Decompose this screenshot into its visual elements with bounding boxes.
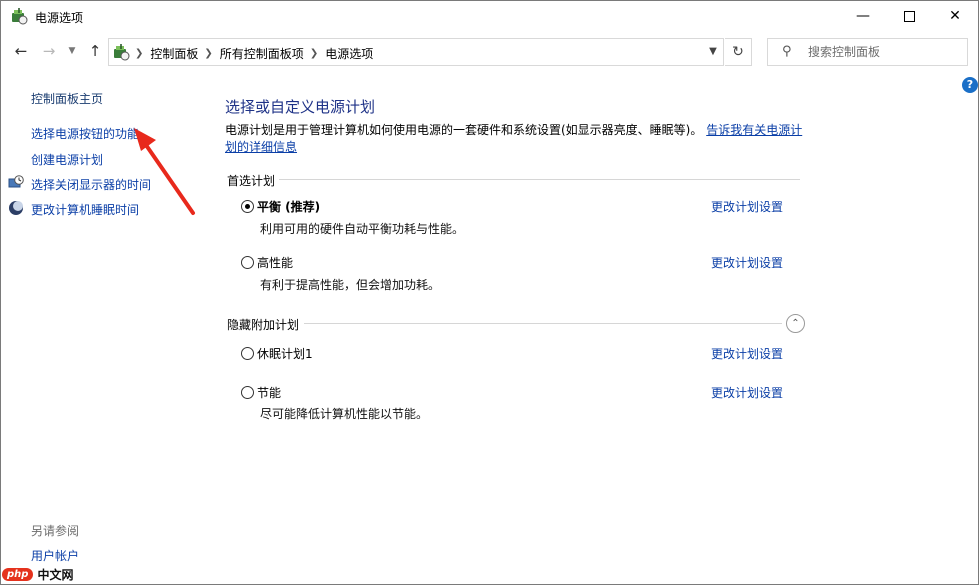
breadcrumb-control-panel[interactable]: 控制面板 bbox=[150, 45, 198, 62]
help-icon[interactable]: ? bbox=[962, 77, 978, 93]
breadcrumb-all-items[interactable]: 所有控制面板项 bbox=[220, 45, 304, 62]
plan-balanced-radio[interactable] bbox=[241, 200, 254, 213]
title-bar: 电源选项 — ✕ bbox=[1, 1, 978, 31]
plan-balanced-description: 利用可用的硬件自动平衡功耗与性能。 bbox=[260, 222, 465, 236]
arrow-up-icon: ↑ bbox=[88, 42, 102, 60]
plan-power-saver-radio[interactable] bbox=[241, 386, 254, 399]
divider bbox=[304, 323, 782, 324]
refresh-icon: ↻ bbox=[732, 44, 744, 60]
power-options-window: 电源选项 — ✕ ← → ▼ ↑ ❯ 控制面板 ❯ 所有控制面板项 ❯ 电源选项… bbox=[0, 0, 979, 585]
plan-high-performance-description: 有利于提高性能，但会增加功耗。 bbox=[260, 278, 441, 292]
search-icon: ⚲ bbox=[782, 44, 792, 59]
description-text: 电源计划是用于管理计算机如何使用电源的一套硬件和系统设置(如显示器亮度、睡眠等)… bbox=[225, 123, 703, 137]
watermark-logo: php bbox=[2, 567, 34, 581]
page-title: 选择或自定义电源计划 bbox=[225, 98, 376, 116]
maximize-icon bbox=[903, 10, 915, 22]
create-power-plan-link[interactable]: 创建电源计划 bbox=[31, 151, 103, 168]
plan-balanced-name[interactable]: 平衡 (推荐) bbox=[257, 198, 320, 215]
chevron-right-icon: ❯ bbox=[135, 48, 144, 59]
user-accounts-link[interactable]: 用户帐户 bbox=[31, 547, 79, 564]
change-plan-settings-link[interactable]: 更改计划设置 bbox=[711, 254, 783, 271]
plan-power-saver-name[interactable]: 节能 bbox=[257, 384, 281, 401]
radio-selected-dot bbox=[245, 204, 250, 209]
preferred-plans-heading: 首选计划 bbox=[227, 174, 276, 188]
hidden-plans-heading: 隐藏附加计划 bbox=[227, 318, 300, 332]
plan-high-performance-name[interactable]: 高性能 bbox=[257, 254, 293, 271]
divider bbox=[279, 179, 800, 180]
monitor-clock-icon bbox=[8, 175, 24, 188]
sleep-time-link[interactable]: 更改计算机睡眠时间 bbox=[31, 201, 139, 218]
see-also-heading: 另请参阅 bbox=[31, 524, 80, 538]
change-plan-settings-link[interactable]: 更改计划设置 bbox=[711, 198, 783, 215]
power-options-icon bbox=[114, 44, 130, 61]
window-title: 电源选项 bbox=[35, 11, 84, 25]
moon-icon bbox=[9, 201, 23, 215]
plan-sleep-plan-1-name[interactable]: 休眠计划1 bbox=[257, 345, 313, 362]
watermark-text: 中文网 bbox=[37, 567, 74, 582]
display-off-time-link[interactable]: 选择关闭显示器的时间 bbox=[31, 176, 151, 193]
address-dropdown-button[interactable]: ▼ bbox=[705, 44, 721, 60]
plan-sleep-plan-1-radio[interactable] bbox=[241, 347, 254, 360]
plan-high-performance-radio[interactable] bbox=[241, 256, 254, 269]
chevron-down-icon: ▼ bbox=[709, 46, 717, 57]
maximize-button[interactable] bbox=[886, 1, 932, 31]
minimize-icon: — bbox=[856, 8, 870, 24]
chevron-down-icon: ▼ bbox=[68, 46, 76, 56]
page-description: 电源计划是用于管理计算机如何使用电源的一套硬件和系统设置(如显示器亮度、睡眠等)… bbox=[225, 122, 810, 156]
search-box[interactable]: ⚲ bbox=[767, 38, 968, 66]
refresh-button[interactable]: ↻ bbox=[725, 38, 752, 66]
arrow-right-icon: → bbox=[42, 42, 56, 60]
close-icon: ✕ bbox=[949, 8, 961, 24]
choose-power-button-link[interactable]: 选择电源按钮的功能 bbox=[31, 125, 139, 142]
change-plan-settings-link[interactable]: 更改计划设置 bbox=[711, 345, 783, 362]
plan-power-saver-description: 尽可能降低计算机性能以节能。 bbox=[260, 407, 429, 421]
search-input[interactable] bbox=[806, 42, 960, 62]
breadcrumb-power-options[interactable]: 电源选项 bbox=[325, 45, 373, 62]
chevron-right-icon[interactable]: ❯ bbox=[204, 48, 212, 59]
breadcrumb: ❯ 控制面板 ❯ 所有控制面板项 ❯ 电源选项 bbox=[135, 45, 373, 62]
watermark: php 中文网 bbox=[2, 565, 73, 583]
control-panel-home-link[interactable]: 控制面板主页 bbox=[31, 90, 103, 107]
back-button[interactable]: ← bbox=[11, 41, 31, 61]
address-bar[interactable]: ❯ 控制面板 ❯ 所有控制面板项 ❯ 电源选项 ▼ bbox=[108, 38, 724, 66]
minimize-button[interactable]: — bbox=[840, 1, 886, 31]
arrow-left-icon: ← bbox=[14, 42, 28, 60]
change-plan-settings-link[interactable]: 更改计划设置 bbox=[711, 384, 783, 401]
recent-locations-button[interactable]: ▼ bbox=[62, 41, 82, 61]
chevron-up-icon: ⌃ bbox=[791, 318, 800, 329]
power-options-icon bbox=[12, 8, 28, 25]
collapse-hidden-plans-button[interactable]: ⌃ bbox=[786, 314, 805, 333]
chevron-right-icon[interactable]: ❯ bbox=[310, 48, 318, 59]
forward-button[interactable]: → bbox=[39, 41, 59, 61]
up-button[interactable]: ↑ bbox=[85, 41, 105, 61]
close-button[interactable]: ✕ bbox=[932, 1, 978, 31]
